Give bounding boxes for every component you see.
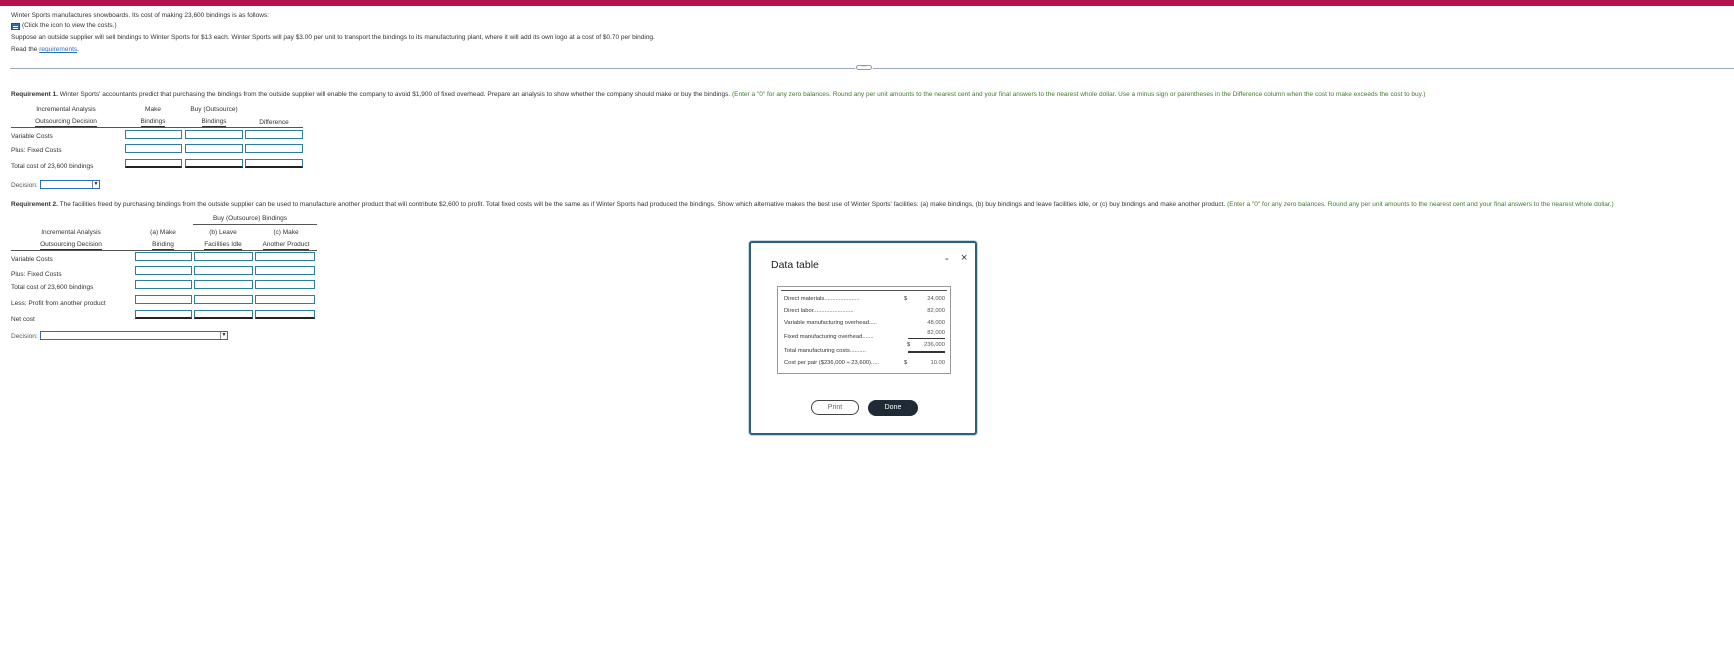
- req1-header-col3-line2: Difference: [259, 119, 289, 128]
- done-button[interactable]: Done: [868, 400, 918, 416]
- currency-symbol: $: [907, 342, 911, 348]
- req1-decision-label: Decision:: [11, 182, 38, 189]
- req2-header-rule: [11, 250, 317, 251]
- req2-header-col0-line2: Outsourcing Decision: [40, 241, 102, 250]
- req2-header-col3-line2: Another Product: [262, 241, 310, 250]
- req1-buy-total-input[interactable]: [185, 159, 243, 168]
- req1-row-label: Plus: Fixed Costs: [11, 147, 62, 154]
- req2-header-group-rule: [193, 224, 317, 225]
- table-row: Variable manufacturing overhead.....: [784, 320, 878, 326]
- table-cell-value: 24,000: [927, 296, 945, 302]
- table-row: Total manufacturing costs..........: [784, 348, 866, 354]
- req1-header-col0-line1: Incremental Analysis: [36, 106, 96, 113]
- req2-header-col1-line2: Binding: [152, 241, 174, 250]
- req2-make-total-input[interactable]: [135, 280, 192, 289]
- intro-line1: Winter Sports manufactures snowboards. I…: [11, 12, 269, 19]
- table-cell-value: 48,000: [927, 320, 945, 326]
- req2-another-variable-input[interactable]: [255, 252, 315, 261]
- data-table-icon[interactable]: [11, 23, 20, 30]
- req1-header-col0-line2: Outsourcing Decision: [35, 118, 97, 127]
- click-icon-hint: (Click the icon to view the costs.): [22, 22, 117, 29]
- currency-symbol: $: [904, 360, 908, 366]
- req1-make-variable-input[interactable]: [125, 130, 182, 139]
- req1-make-fixed-input[interactable]: [125, 144, 182, 153]
- req1-diff-variable-input[interactable]: [245, 130, 303, 139]
- req2-idle-total-input[interactable]: [194, 280, 253, 289]
- req2-header-col0-line1: Incremental Analysis: [41, 229, 101, 236]
- req2-make-variable-input[interactable]: [135, 252, 192, 261]
- req2-idle-profit-input[interactable]: [194, 295, 253, 304]
- print-button[interactable]: Print: [811, 400, 859, 415]
- req1-header-rule: [11, 127, 303, 128]
- divider-left: [10, 68, 855, 69]
- minimize-icon[interactable]: -: [945, 253, 949, 265]
- req2-idle-fixed-input[interactable]: [194, 266, 253, 275]
- req2-row-label: Net cost: [11, 316, 35, 323]
- req2-make-profit-input[interactable]: [135, 295, 192, 304]
- table-cell-value: 82,000: [927, 330, 945, 336]
- chevron-down-icon: ▼: [92, 181, 99, 188]
- table-row: Direct materials......................: [784, 296, 860, 302]
- divider-right: [873, 68, 1734, 69]
- req2-another-total-input[interactable]: [255, 280, 315, 289]
- req1-row-label: Total cost of 23,600 bindings: [11, 163, 94, 170]
- req2-make-fixed-input[interactable]: [135, 266, 192, 275]
- req1-row-label: Variable Costs: [11, 133, 53, 140]
- req1-header-col2-line1: Buy (Outsource): [190, 106, 238, 113]
- req1-decision-select[interactable]: ▼: [40, 180, 100, 189]
- table-cell-value: 10.00: [930, 360, 945, 366]
- req2-row-label: Plus: Fixed Costs: [11, 271, 62, 278]
- expand-handle[interactable]: ···: [856, 65, 872, 70]
- table-cell-value: 82,000: [927, 308, 945, 314]
- req1-buy-variable-input[interactable]: [185, 130, 243, 139]
- intro-line2: Suppose an outside supplier will sell bi…: [11, 34, 655, 41]
- close-icon[interactable]: ×: [961, 252, 967, 264]
- req2-decision-label: Decision:: [11, 333, 38, 340]
- table-cell-value: 236,000: [924, 342, 945, 348]
- req2-prompt: Requirement 2. The facilities freed by p…: [11, 201, 1614, 208]
- read-requirements-line: Read the requirements.: [11, 46, 79, 53]
- table-row: Fixed manufacturing overhead.......: [784, 334, 874, 340]
- req2-row-label: Less: Profit from another product: [11, 300, 106, 307]
- req2-header-group: Buy (Outsource) Bindings: [212, 215, 288, 222]
- req2-row-label: Variable Costs: [11, 256, 53, 263]
- req2-row-label: Total cost of 23,600 bindings: [11, 284, 94, 291]
- cost-data-table-inner: Direct materials...................... $…: [781, 290, 947, 370]
- req2-header-col1-line1: (a) Make: [150, 229, 176, 236]
- data-table-dialog: Data table - × Direct materials.........…: [749, 241, 977, 435]
- total-double-rule: [908, 351, 945, 353]
- req2-decision-select[interactable]: ▼: [40, 331, 228, 340]
- req1-prompt: Requirement 1. Winter Sports' accountant…: [11, 91, 1426, 98]
- req2-header-col3-line1: (c) Make: [273, 229, 299, 236]
- req1-buy-fixed-input[interactable]: [185, 144, 243, 153]
- currency-symbol: $: [904, 296, 908, 302]
- req1-diff-fixed-input[interactable]: [245, 144, 303, 153]
- req2-make-net-input[interactable]: [135, 310, 192, 319]
- dialog-title: Data table: [771, 259, 819, 271]
- req2-idle-variable-input[interactable]: [194, 252, 253, 261]
- table-row: Cost per pair ($236,000 ÷ 23,600).....: [784, 360, 880, 366]
- req1-header-col2-line2: Bindings: [201, 118, 227, 127]
- req2-another-fixed-input[interactable]: [255, 266, 315, 275]
- req2-header-col2-line2: Facilities Idle: [204, 241, 242, 250]
- req1-make-total-input[interactable]: [125, 159, 182, 168]
- table-row: Direct labor.........................: [784, 308, 854, 314]
- requirements-link[interactable]: requirements: [39, 46, 77, 53]
- req1-diff-total-input[interactable]: [245, 159, 303, 168]
- cost-data-table: Direct materials...................... $…: [777, 286, 951, 374]
- req2-header-col2-line1: (b) Leave: [209, 229, 237, 236]
- req2-another-net-input[interactable]: [255, 310, 315, 319]
- req2-another-profit-input[interactable]: [255, 295, 315, 304]
- req1-header-col1-line2: Bindings: [140, 118, 166, 127]
- req1-header-col1-line1: Make: [145, 106, 161, 113]
- top-brand-bar: [0, 0, 1734, 6]
- chevron-down-icon: ▼: [220, 332, 227, 339]
- subtotal-rule: [908, 338, 945, 339]
- req2-idle-net-input[interactable]: [194, 310, 253, 319]
